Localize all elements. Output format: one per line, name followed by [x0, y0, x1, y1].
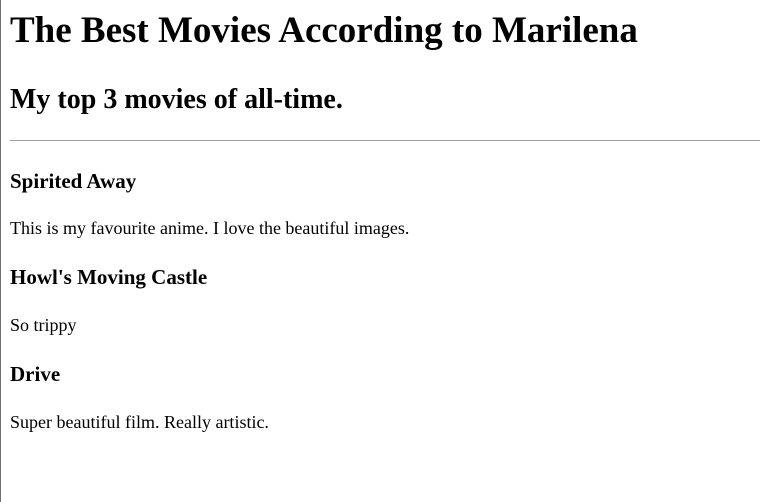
window-left-border — [0, 0, 1, 502]
movie-title-drive: Drive — [10, 362, 61, 386]
movie-description-howls-moving-castle: So trippy — [10, 315, 77, 335]
movie-title-spirited-away: Spirited Away — [10, 169, 137, 193]
movie-title-howls-moving-castle: Howl's Moving Castle — [10, 265, 208, 289]
movie-description-spirited-away: This is my favourite anime. I love the b… — [10, 218, 410, 238]
page-subtitle: My top 3 movies of all-time. — [10, 84, 343, 115]
movie-description-drive: Super beautiful film. Really artistic. — [10, 412, 269, 432]
page-title: The Best Movies According to Marilena — [10, 10, 638, 51]
divider — [10, 140, 760, 141]
